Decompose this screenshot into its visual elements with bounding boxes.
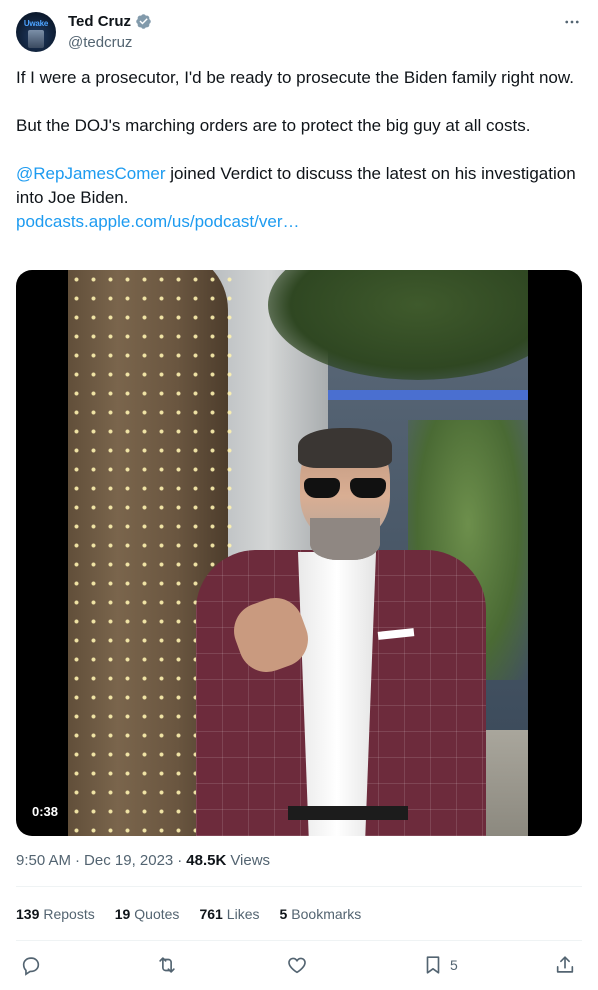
tweet-date[interactable]: Dec 19, 2023 <box>84 852 173 869</box>
video-duration: 0:38 <box>32 804 59 819</box>
views-count: 48.5K <box>186 852 227 869</box>
tweet-line-3: @RepJamesComer joined Verdict to discuss… <box>16 162 576 210</box>
bookmark-icon <box>426 956 440 974</box>
reply-button[interactable] <box>20 952 42 978</box>
bookmarks-stat[interactable]: 5 Bookmarks <box>279 906 361 922</box>
avatar[interactable]: Uwake <box>16 12 56 52</box>
reposts-stat[interactable]: 139 Reposts <box>16 906 95 922</box>
repost-icon <box>159 957 175 973</box>
repost-button[interactable] <box>156 952 178 978</box>
tweet-line-1: If I were a prosecutor, I'd be ready to … <box>16 68 574 87</box>
avatar-figure <box>28 30 44 48</box>
action-bar: 5 <box>16 952 582 978</box>
tweet-meta: 9:50 AM · Dec 19, 2023 · 48.5K Views <box>16 852 271 869</box>
author-handle[interactable]: @tedcruz <box>68 34 132 51</box>
divider <box>16 886 582 887</box>
avatar-text: Uwake <box>23 19 49 28</box>
quotes-stat[interactable]: 19 Quotes <box>115 906 180 922</box>
tweet-time[interactable]: 9:50 AM <box>16 852 71 869</box>
verified-badge-icon <box>136 14 151 29</box>
more-horizontal-icon[interactable] <box>562 12 582 32</box>
podcast-url-link[interactable]: podcasts.apple.com/us/podcast/ver… <box>16 212 299 231</box>
mention-link[interactable]: @RepJamesComer <box>16 164 166 183</box>
video-player[interactable] <box>16 270 582 836</box>
name-row: Ted Cruz <box>68 13 152 30</box>
share-button[interactable] <box>554 952 576 978</box>
reply-icon <box>22 957 40 976</box>
like-button[interactable] <box>286 952 308 978</box>
bookmark-count: 5 <box>450 957 458 973</box>
views-label: Views <box>230 852 271 869</box>
bookmark-button[interactable]: 5 <box>422 952 458 978</box>
heart-icon <box>288 957 306 974</box>
tweet-line-2: But the DOJ's marching orders are to pro… <box>16 116 531 135</box>
tweet-text: If I were a prosecutor, I'd be ready to … <box>16 66 576 234</box>
tweet-header: Uwake Ted Cruz @tedcruz <box>16 12 582 56</box>
divider <box>16 940 582 941</box>
video-frame <box>68 270 528 836</box>
likes-stat[interactable]: 761 Likes <box>199 906 259 922</box>
tweet-stats: 139 Reposts 19 Quotes 761 Likes 5 Bookmarks <box>16 906 381 922</box>
share-icon <box>556 956 574 973</box>
author-name[interactable]: Ted Cruz <box>68 13 131 30</box>
